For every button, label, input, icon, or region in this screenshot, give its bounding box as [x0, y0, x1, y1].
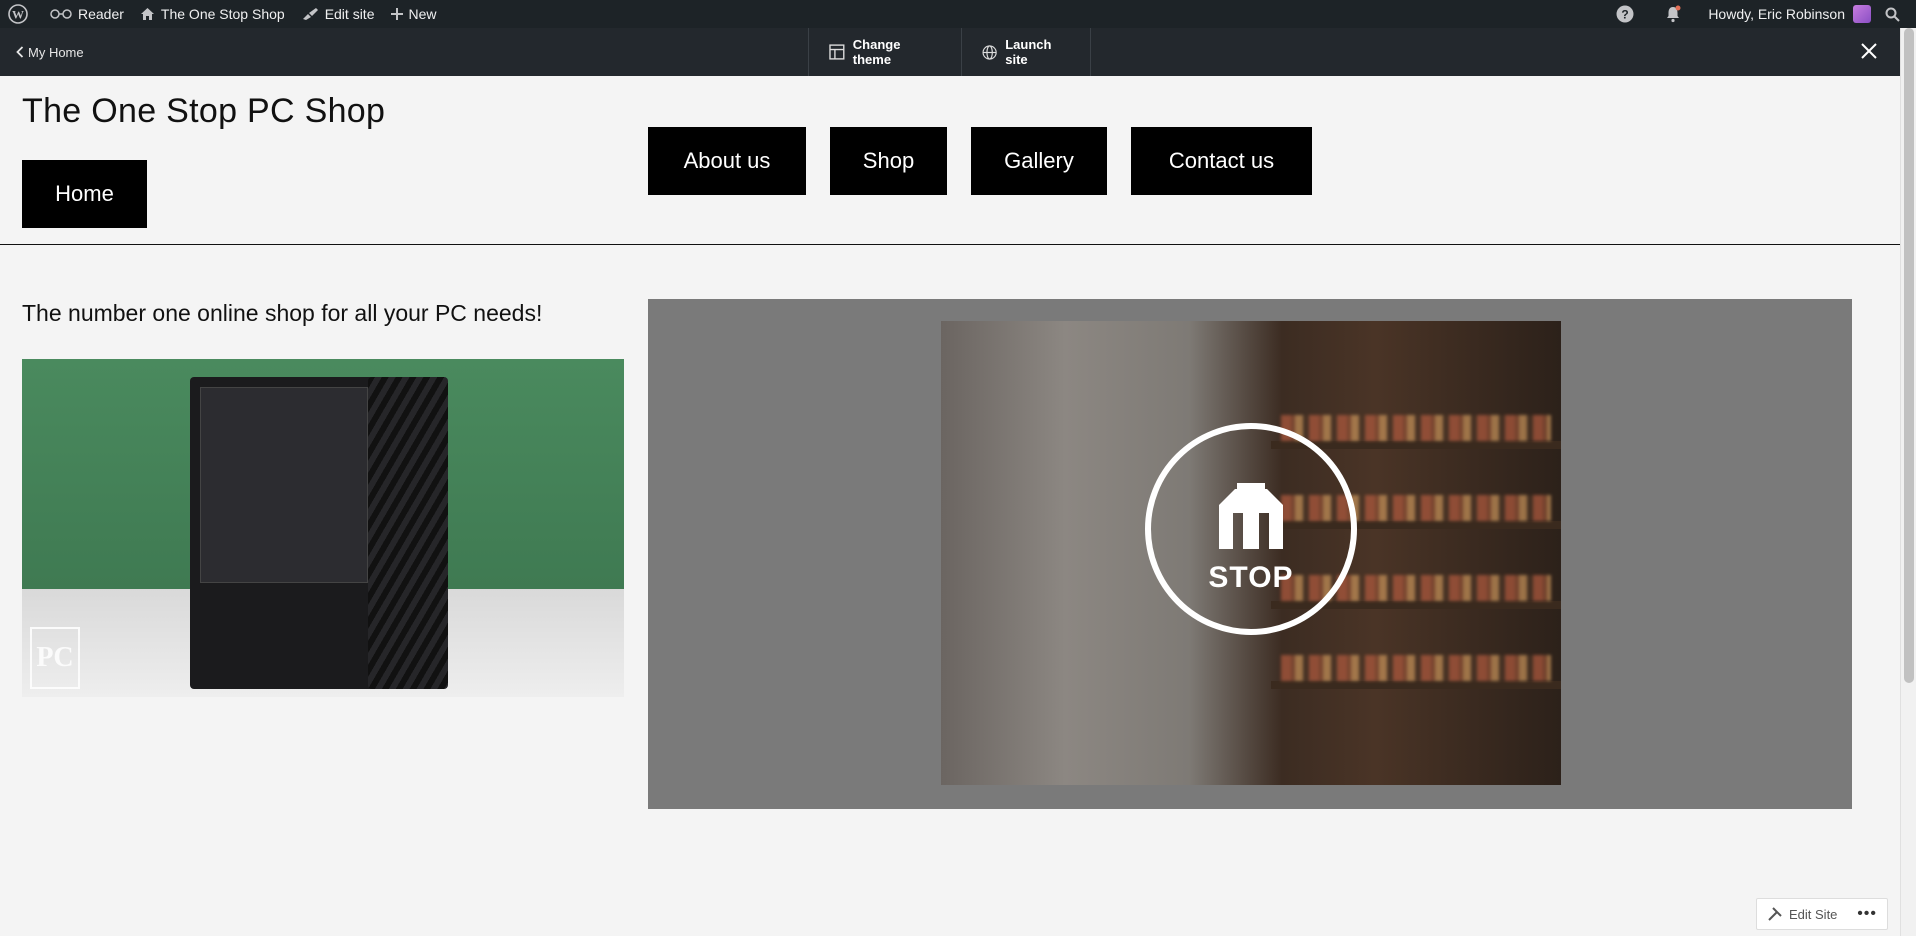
shop-logo-image: STOP [941, 321, 1561, 785]
launch-site-label: Launch site [1005, 37, 1052, 67]
nav-gallery-button[interactable]: Gallery [971, 127, 1107, 195]
shelf [1271, 681, 1561, 689]
search-icon[interactable] [1879, 0, 1916, 28]
nav-contact-button[interactable]: Contact us [1131, 127, 1312, 195]
reader-label: Reader [78, 6, 124, 22]
launch-site-button[interactable]: Launch site [961, 28, 1091, 76]
layout-icon [829, 44, 845, 60]
change-theme-button[interactable]: Change theme [808, 28, 961, 76]
howdy-label: Howdy, Eric Robinson [1708, 6, 1845, 22]
floating-edit-site: Edit Site ••• [1756, 898, 1888, 930]
close-icon[interactable] [1860, 42, 1878, 63]
user-menu[interactable]: Howdy, Eric Robinson [1700, 0, 1879, 28]
scrollbar-thumb[interactable] [1904, 28, 1914, 683]
storefront-logo-icon [1219, 483, 1283, 549]
pc-case-mesh [368, 377, 448, 689]
tools-icon [1768, 907, 1782, 921]
home-icon [140, 8, 154, 20]
my-home-link[interactable]: My Home [16, 28, 84, 76]
svg-text:W: W [12, 8, 24, 22]
help-icon[interactable]: ? [1604, 0, 1652, 28]
edit-site-label: Edit site [324, 6, 375, 22]
page-scrollbar[interactable] [1900, 28, 1916, 936]
pc-case-image: PC [22, 359, 624, 697]
chevron-left-icon [16, 46, 24, 58]
notifications-bell-icon[interactable] [1652, 0, 1700, 28]
tagline: The number one online shop for all your … [22, 300, 543, 326]
reader-link[interactable]: Reader [42, 0, 132, 28]
wordpress-logo-icon[interactable]: W [0, 0, 42, 28]
reader-glasses-icon [50, 9, 72, 19]
new-link[interactable]: New [383, 0, 445, 28]
edit-site-link[interactable]: Edit site [293, 0, 383, 28]
change-theme-label: Change theme [852, 37, 901, 67]
header-divider [0, 244, 1900, 245]
svg-text:?: ? [1622, 8, 1629, 22]
nav-shop-button[interactable]: Shop [830, 127, 947, 195]
globe-icon [982, 44, 997, 60]
avatar [1853, 5, 1871, 23]
my-home-label: My Home [28, 44, 84, 60]
plus-icon [390, 8, 403, 20]
nav-about-button[interactable]: About us [648, 127, 806, 195]
shelf-bottles [1281, 655, 1551, 681]
more-options-icon[interactable]: ••• [1857, 905, 1877, 923]
cover-block: STOP [648, 299, 1852, 809]
new-label: New [408, 6, 437, 22]
floating-edit-site-button[interactable]: Edit Site [1789, 907, 1837, 922]
launch-bar: My Home Change theme Launch site [0, 28, 1900, 76]
brush-icon [302, 8, 318, 20]
site-name-link[interactable]: The One Stop Shop [132, 0, 293, 28]
shop-logo-text: STOP [1208, 561, 1294, 594]
admin-bar: W Reader The One Stop Shop Edit site New… [0, 0, 1916, 28]
shelf-bottles [1281, 415, 1551, 441]
nav-home-button[interactable]: Home [22, 160, 147, 228]
site-name-label: The One Stop Shop [160, 6, 285, 22]
pc-watermark-logo: PC [30, 627, 80, 689]
site-title[interactable]: The One Stop PC Shop [22, 92, 385, 131]
pc-case-glass [200, 387, 368, 583]
